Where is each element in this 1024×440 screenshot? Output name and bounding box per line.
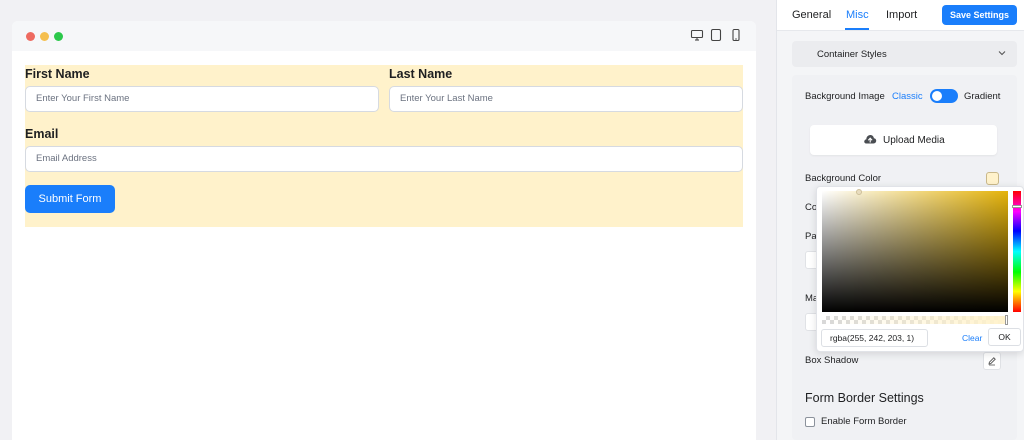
tab-import[interactable]: Import — [886, 9, 917, 21]
window-minimize-dot — [40, 32, 49, 41]
save-settings-button[interactable]: Save Settings — [942, 5, 1017, 25]
tab-general[interactable]: General — [792, 9, 831, 21]
classic-option[interactable]: Classic — [892, 91, 923, 102]
chevron-down-icon[interactable] — [997, 48, 1007, 58]
saturation-cursor[interactable] — [856, 189, 862, 195]
tablet-icon[interactable] — [709, 28, 723, 42]
gradient-option[interactable]: Gradient — [964, 91, 1000, 102]
upload-media-label: Upload Media — [883, 135, 945, 146]
window-maximize-dot — [54, 32, 63, 41]
padding-label-partial: Pa — [805, 231, 817, 242]
last-name-label: Last Name — [389, 67, 453, 81]
alpha-slider-thumb[interactable] — [1005, 315, 1008, 325]
background-image-label: Background Image — [805, 91, 885, 102]
cloud-upload-icon — [864, 135, 877, 144]
color-value-input[interactable]: rgba(255, 242, 203, 1) — [821, 329, 928, 347]
mobile-icon[interactable] — [729, 28, 743, 42]
email-label: Email — [25, 127, 59, 141]
enable-form-border-checkbox[interactable] — [805, 417, 815, 427]
background-type-toggle[interactable] — [930, 89, 958, 103]
clear-color-button[interactable]: Clear — [962, 333, 982, 343]
background-color-swatch[interactable] — [986, 172, 999, 185]
container-styles-title: Container Styles — [817, 49, 887, 60]
toggle-knob — [932, 91, 942, 101]
last-name-input[interactable]: Enter Your Last Name — [389, 86, 743, 112]
first-name-label: First Name — [25, 67, 90, 81]
submit-form-button[interactable]: Submit Form — [25, 185, 115, 213]
alpha-slider[interactable] — [822, 316, 1008, 324]
email-input[interactable]: Email Address — [25, 146, 743, 172]
preview-toolbar — [12, 21, 756, 51]
hue-slider[interactable] — [1013, 191, 1021, 312]
tab-misc[interactable]: Misc — [846, 9, 869, 21]
hue-slider-thumb[interactable] — [1012, 205, 1022, 208]
enable-form-border-label: Enable Form Border — [821, 416, 907, 427]
box-shadow-label: Box Shadow — [805, 355, 859, 366]
confirm-color-button[interactable]: OK — [988, 328, 1021, 346]
first-name-input[interactable]: Enter Your First Name — [25, 86, 379, 112]
form-border-settings-title: Form Border Settings — [805, 391, 924, 405]
window-close-dot — [26, 32, 35, 41]
background-color-label: Background Color — [805, 173, 882, 184]
box-shadow-edit-button[interactable] — [983, 352, 1001, 370]
pencil-icon — [988, 357, 996, 366]
saturation-value-area[interactable] — [822, 191, 1008, 312]
desktop-icon[interactable] — [690, 28, 704, 42]
